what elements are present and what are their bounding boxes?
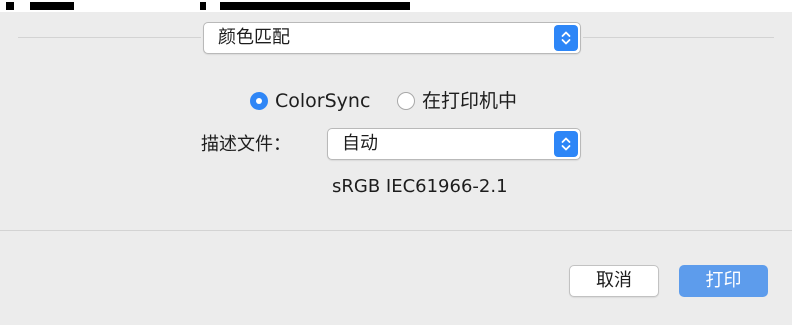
clipped-text-fragment [200, 2, 206, 10]
radio-in-printer-label[interactable]: 在打印机中 [422, 87, 517, 115]
profile-label: 描述文件： [201, 134, 291, 155]
section-popup-value: 颜色匹配 [218, 27, 290, 48]
cancel-button[interactable]: 取消 [569, 265, 659, 297]
profile-popup-value: 自动 [342, 133, 378, 154]
clipped-text-fragment [6, 2, 14, 10]
chevron-updown-icon [554, 25, 578, 51]
top-clipped-strip [0, 0, 792, 12]
separator-right [583, 37, 774, 38]
radio-colorsync-label[interactable]: ColorSync [275, 87, 370, 115]
radio-in-printer[interactable] [397, 92, 415, 110]
clipped-text-fragment [30, 2, 74, 10]
profile-info-text: sRGB IEC61966-2.1 [332, 176, 508, 197]
separator-left [18, 37, 201, 38]
bottom-separator [0, 230, 792, 231]
clipped-text-fragment [220, 2, 410, 10]
chevron-updown-icon [554, 131, 578, 157]
section-popup[interactable]: 颜色匹配 [203, 22, 581, 54]
radio-colorsync[interactable] [250, 92, 268, 110]
print-button[interactable]: 打印 [679, 265, 768, 297]
profile-popup[interactable]: 自动 [327, 128, 581, 160]
